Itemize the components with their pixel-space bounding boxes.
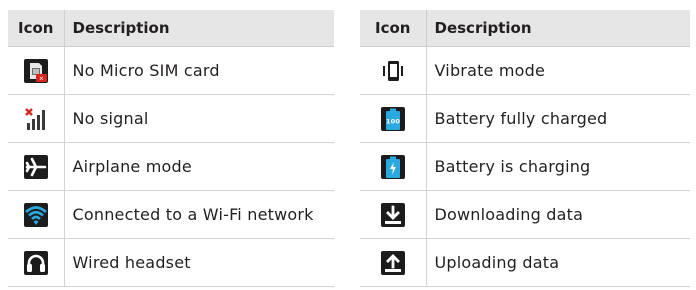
icon-column-header: Icon — [360, 10, 427, 47]
table-row: Downloading data — [360, 190, 690, 239]
status-icons-table-left: Icon Description ✕ No Micro SIM card No … — [8, 10, 334, 287]
list-item-description: Uploading data — [426, 238, 690, 287]
list-item-description: Connected to a Wi-Fi network — [64, 190, 334, 239]
list-item-description: Battery is charging — [426, 142, 690, 191]
wifi-icon — [23, 202, 48, 227]
description-column-header: Description — [64, 10, 334, 47]
table-header-row: Icon Description — [360, 10, 690, 47]
no-sim-card-icon: ✕ — [23, 58, 48, 83]
icon-column-header: Icon — [8, 10, 65, 47]
svg-text:✕: ✕ — [39, 75, 44, 82]
table-row: Wired headset — [8, 238, 334, 287]
table-row: No signal — [8, 94, 334, 143]
list-item-description: No Micro SIM card — [64, 46, 334, 95]
airplane-icon — [23, 154, 48, 179]
download-icon — [380, 202, 405, 227]
table-header-row: Icon Description — [8, 10, 334, 47]
list-item-description: Vibrate mode — [426, 46, 690, 95]
table-row: 100 Battery fully charged — [360, 94, 690, 143]
table-row: Uploading data — [360, 238, 690, 287]
table-row: ✕ No Micro SIM card — [8, 46, 334, 95]
vibrate-icon — [380, 58, 405, 83]
description-column-header: Description — [426, 10, 690, 47]
list-item-description: Wired headset — [64, 238, 334, 287]
list-item-description: No signal — [64, 94, 334, 143]
battery-charging-icon — [380, 154, 405, 179]
table-row: Battery is charging — [360, 142, 690, 191]
upload-icon — [380, 250, 405, 275]
table-row: Connected to a Wi-Fi network — [8, 190, 334, 239]
list-item-description: Airplane mode — [64, 142, 334, 191]
table-row: Vibrate mode — [360, 46, 690, 95]
list-item-description: Battery fully charged — [426, 94, 690, 143]
no-signal-icon — [23, 106, 48, 131]
battery-full-icon: 100 — [380, 106, 405, 131]
battery-percent-text: 100 — [386, 117, 400, 125]
status-icons-table-right: Icon Description Vibrate mode 100 Batter… — [360, 10, 690, 287]
table-row: Airplane mode — [8, 142, 334, 191]
headset-icon — [23, 250, 48, 275]
list-item-description: Downloading data — [426, 190, 690, 239]
